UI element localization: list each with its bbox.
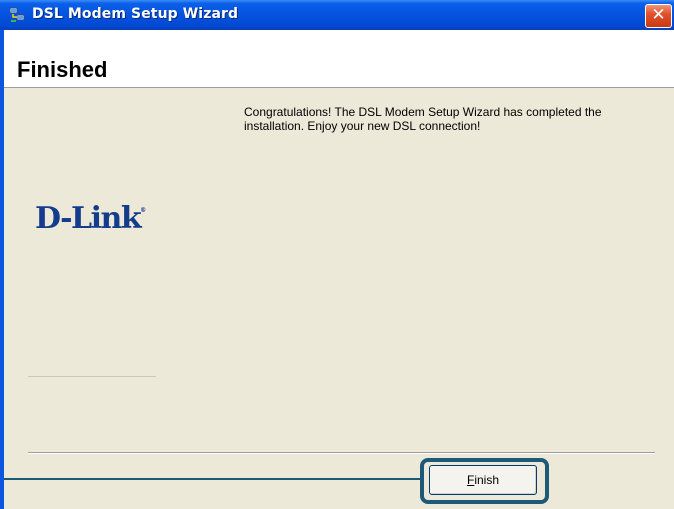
title-bar[interactable]: DSL Modem Setup Wizard ✕ bbox=[0, 0, 674, 30]
wizard-header: Finished bbox=[4, 30, 674, 88]
dlink-logo: D-Link® bbox=[35, 201, 146, 236]
network-setup-icon bbox=[9, 7, 25, 22]
logo-text: D-Link bbox=[35, 201, 142, 236]
logo-divider bbox=[28, 376, 156, 377]
page-title: Finished bbox=[17, 57, 108, 82]
wizard-body: Congratulations! The DSL Modem Setup Wiz… bbox=[4, 88, 674, 509]
button-area-divider bbox=[28, 452, 655, 454]
close-button[interactable]: ✕ bbox=[645, 4, 672, 28]
setup-wizard-window: DSL Modem Setup Wizard ✕ Finished Congra… bbox=[0, 0, 674, 509]
completion-message: Congratulations! The DSL Modem Setup Wiz… bbox=[244, 105, 602, 133]
finish-label: inish bbox=[474, 473, 500, 487]
close-icon: ✕ bbox=[651, 5, 666, 25]
window-title: DSL Modem Setup Wizard bbox=[32, 6, 239, 22]
callout-line bbox=[4, 478, 420, 480]
registered-mark: ® bbox=[140, 207, 147, 214]
finish-button[interactable]: Finish bbox=[429, 465, 537, 495]
